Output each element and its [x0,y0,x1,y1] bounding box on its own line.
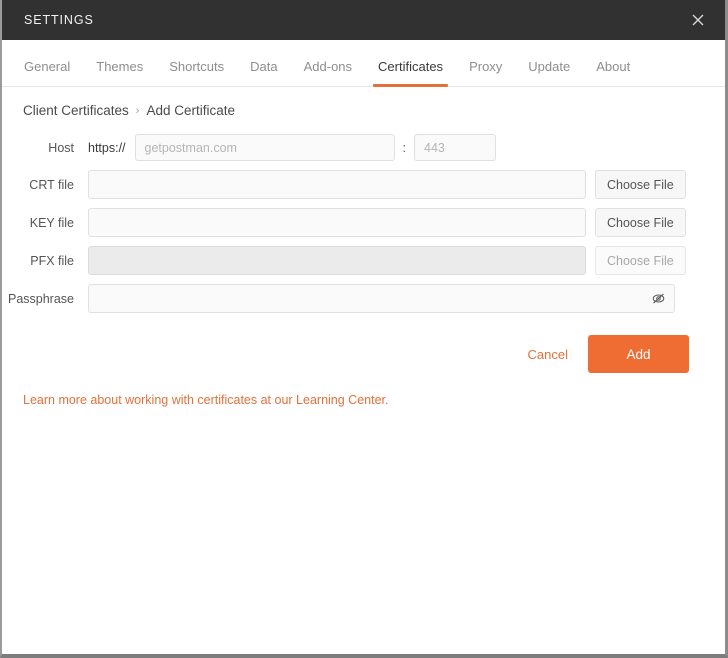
tab-about[interactable]: About [583,60,643,86]
tab-update[interactable]: Update [515,60,583,86]
title-bar: SETTINGS [2,0,725,40]
tab-themes[interactable]: Themes [83,60,156,86]
key-file-label: KEY file [29,215,74,230]
breadcrumb-separator-icon: › [135,104,140,117]
tab-general[interactable]: General [11,60,83,86]
close-button[interactable] [685,7,711,33]
crt-file-label: CRT file [29,177,74,192]
tab-add-ons[interactable]: Add-ons [291,60,365,86]
toggle-passphrase-visibility-button[interactable] [648,289,668,309]
pfx-file-input [88,246,586,275]
window-title: SETTINGS [24,13,94,27]
host-port-separator: : [402,140,407,155]
key-file-row: KEY file Choose File [2,208,707,237]
breadcrumb-client-certificates[interactable]: Client Certificates [23,103,129,118]
passphrase-label: Passphrase [7,291,74,306]
passphrase-field-wrapper [88,284,675,313]
certificates-panel: Client Certificates › Add Certificate Ho… [2,87,725,654]
tab-proxy[interactable]: Proxy [456,60,515,86]
settings-tabbar: General Themes Shortcuts Data Add-ons Ce… [2,40,725,87]
crt-choose-file-button[interactable]: Choose File [595,170,686,199]
breadcrumb-add-certificate: Add Certificate [146,103,236,118]
eye-slash-icon [652,293,664,304]
learn-more-link[interactable]: Learn more about working with certificat… [2,393,388,407]
close-icon [692,14,704,26]
pfx-file-row: PFX file Choose File [2,246,707,275]
settings-window: SETTINGS General Themes Shortcuts Data A… [0,0,728,658]
pfx-file-label: PFX file [30,253,74,268]
passphrase-row: Passphrase [2,284,707,313]
host-label: Host [48,140,74,155]
add-button[interactable]: Add [588,335,689,373]
add-certificate-form: Host https:// : CRT file Choose File KEY… [2,134,725,373]
port-input[interactable] [414,134,497,161]
tab-shortcuts[interactable]: Shortcuts [156,60,237,86]
breadcrumb: Client Certificates › Add Certificate [2,103,725,118]
crt-file-input[interactable] [88,170,586,199]
pfx-choose-file-button: Choose File [595,246,686,275]
host-scheme-prefix: https:// [88,140,126,155]
host-row: Host https:// : [2,134,707,161]
crt-file-row: CRT file Choose File [2,170,707,199]
host-input[interactable] [134,134,395,161]
key-file-input[interactable] [88,208,586,237]
form-actions: Cancel Add [2,335,707,373]
tab-certificates[interactable]: Certificates [365,60,456,87]
cancel-button[interactable]: Cancel [522,343,574,366]
passphrase-input[interactable] [88,284,675,313]
tab-data[interactable]: Data [237,60,290,86]
key-choose-file-button[interactable]: Choose File [595,208,686,237]
